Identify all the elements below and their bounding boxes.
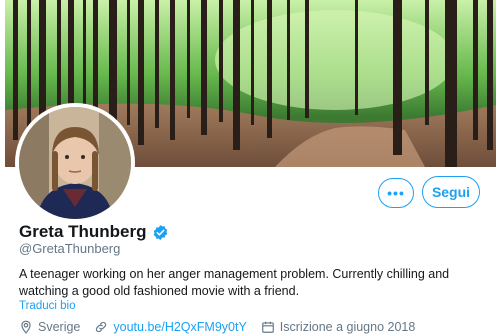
profile-name-row: Greta Thunberg xyxy=(19,222,169,242)
profile-bio: A teenager working on her anger manageme… xyxy=(19,267,450,298)
location-pin-icon xyxy=(21,320,31,334)
profile-name: Greta Thunberg xyxy=(19,222,147,241)
calendar-icon xyxy=(261,321,274,333)
location-text: Sverige xyxy=(38,320,81,334)
joined-text: Iscrizione a giugno 2018 xyxy=(279,320,416,334)
profile-handle: @GretaThunberg xyxy=(19,241,121,256)
link-icon xyxy=(96,321,107,333)
translate-bio-link[interactable]: Traduci bio xyxy=(19,300,75,312)
profile-meta: Sverige youtu.be/H2QxFM9y0tY Iscrizione … xyxy=(19,320,429,334)
follow-button-label: Segui xyxy=(431,184,471,200)
verified-badge-icon xyxy=(152,224,169,241)
avatar-photo xyxy=(19,107,131,219)
profile-website[interactable]: youtu.be/H2QxFM9y0tY xyxy=(94,320,247,334)
more-options-label: ••• xyxy=(387,185,405,201)
profile-location: Sverige xyxy=(19,320,80,334)
profile-avatar[interactable] xyxy=(15,103,135,223)
more-options-button[interactable]: ••• xyxy=(378,178,414,208)
follow-button[interactable]: Segui xyxy=(422,176,480,208)
profile-joined: Iscrizione a giugno 2018 xyxy=(261,320,416,334)
website-link[interactable]: youtu.be/H2QxFM9y0tY xyxy=(113,320,246,334)
